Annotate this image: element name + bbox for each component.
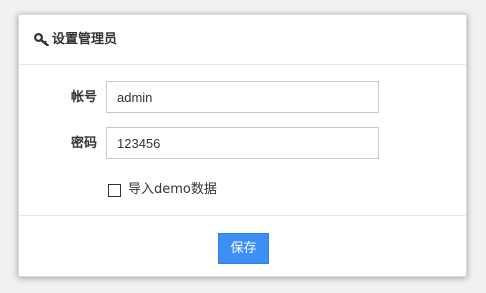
save-button[interactable]: 保存	[218, 233, 269, 264]
account-label: 帐号	[70, 90, 97, 105]
key-icon	[34, 33, 49, 46]
account-input[interactable]	[106, 81, 379, 113]
password-input[interactable]	[106, 127, 379, 159]
import-demo-option[interactable]: 导入demo数据	[108, 181, 217, 199]
dialog-title: 设置管理员	[52, 32, 118, 47]
import-demo-label: 导入demo数据	[128, 182, 217, 197]
set-admin-dialog: 设置管理员 帐号 密码 导入demo数据 保存	[18, 14, 467, 277]
dialog-header: 设置管理员	[19, 15, 466, 65]
import-demo-checkbox[interactable]	[108, 183, 121, 197]
password-label: 密码	[70, 136, 97, 151]
dialog-footer: 保存	[19, 215, 466, 277]
